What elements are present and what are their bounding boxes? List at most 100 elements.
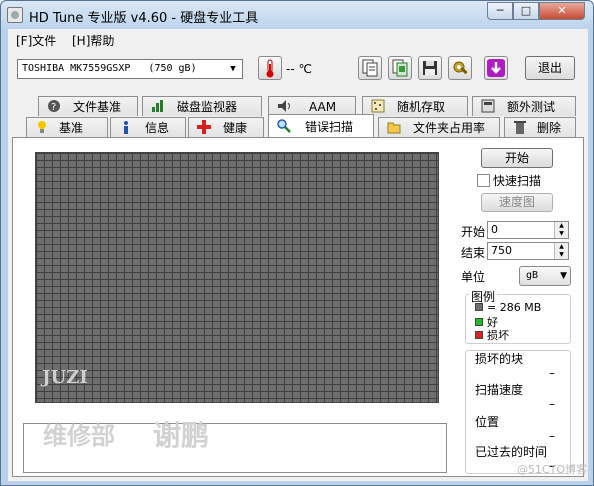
- tab-label: 健康: [223, 121, 248, 135]
- menu-help[interactable]: [H]帮助: [72, 32, 114, 49]
- minimize-button[interactable]: ─: [487, 2, 513, 20]
- position-label: 位置: [475, 415, 500, 429]
- menu-bar: [F]文件 [H]帮助: [8, 29, 588, 51]
- drive-select[interactable]: TOSHIBA MK7559GSXP (750 gB) ▼: [17, 59, 243, 79]
- spin-up-icon[interactable]: ▲: [554, 243, 568, 251]
- save-icon: [423, 61, 437, 75]
- corner-watermark: @51CTO博客: [516, 463, 587, 476]
- damaged-blocks-value: –: [549, 366, 555, 380]
- maximize-button[interactable]: □: [513, 2, 539, 20]
- tab-erase[interactable]: 删除: [504, 117, 576, 137]
- speaker-icon: [278, 100, 290, 112]
- copy-screenshot-button[interactable]: [388, 56, 412, 80]
- settings-button[interactable]: [448, 56, 472, 80]
- quick-scan-label: 快速扫描: [493, 174, 542, 188]
- legend-block-size: = 286 MB: [475, 301, 541, 314]
- copy-text-icon: [362, 59, 378, 77]
- tab-label: 文件夹占用率: [413, 121, 486, 135]
- spin-up-icon[interactable]: ▲: [554, 222, 568, 230]
- speed-map-button[interactable]: 速度图: [481, 193, 553, 212]
- error-scan-panel: JUZI 维修部 谢鹏 开始 快速扫描 速度图 开始 0 ▲ ▼ 结束 750 …: [12, 137, 584, 477]
- unit-label: 单位: [461, 270, 486, 284]
- disk-monitor-icon: [152, 100, 163, 112]
- file-benchmark-icon: ?: [48, 100, 60, 113]
- exit-button[interactable]: 退出: [525, 56, 575, 80]
- benchmark-icon: [38, 121, 46, 133]
- menu-file[interactable]: [F]文件: [16, 32, 56, 49]
- info-icon: [124, 121, 128, 134]
- tab-row-bottom: 基准 信息 健康 错误扫描 文件夹占用率 删除: [12, 114, 584, 137]
- end-position-input[interactable]: 750 ▲ ▼: [487, 242, 569, 260]
- toolbar: TOSHIBA MK7559GSXP (750 gB) ▼ -- ℃ 退出: [8, 51, 588, 91]
- end-value: 750: [491, 244, 512, 257]
- tab-error-scan[interactable]: 错误扫描: [268, 114, 374, 137]
- tab-random-access[interactable]: 随机存取: [362, 96, 468, 116]
- scan-speed-value: –: [549, 397, 555, 411]
- chevron-down-icon: ▼: [230, 64, 236, 74]
- tab-file-benchmark[interactable]: ? 文件基准: [38, 96, 138, 116]
- legend-damaged: 损坏: [475, 327, 509, 343]
- folder-icon: [387, 122, 401, 134]
- random-access-icon: [371, 99, 385, 113]
- start-scan-button[interactable]: 开始: [481, 148, 553, 168]
- legend-text: = 286 MB: [487, 301, 542, 314]
- app-window: HD Tune 专业版 v4.60 - 硬盘专业工具 ─ □ ✕ [F]文件 […: [0, 0, 594, 486]
- tab-info[interactable]: 信息: [110, 117, 186, 137]
- tab-label: 文件基准: [73, 100, 122, 114]
- start-value: 0: [491, 223, 498, 236]
- damaged-blocks-label: 损坏的块: [475, 352, 524, 366]
- download-icon: [487, 59, 505, 77]
- thermometer-button[interactable]: [258, 56, 282, 80]
- health-icon: [197, 120, 211, 134]
- tab-label: 磁盘监视器: [177, 100, 238, 114]
- close-button[interactable]: ✕: [539, 2, 585, 20]
- temperature-readout: -- ℃: [286, 62, 312, 76]
- thermometer-icon: [266, 59, 274, 78]
- unit-select[interactable]: gB ▼: [519, 266, 571, 286]
- settings-icon: [453, 61, 468, 75]
- scan-block-map: JUZI: [35, 152, 439, 403]
- client-area: [F]文件 [H]帮助 TOSHIBA MK7559GSXP (750 gB) …: [8, 29, 588, 481]
- watermark-left: 维修部: [43, 422, 115, 450]
- tab-health[interactable]: 健康: [188, 117, 264, 137]
- logo-watermark: JUZI: [42, 367, 88, 388]
- spin-down-icon[interactable]: ▼: [554, 230, 568, 238]
- legend-swatch-green: [475, 318, 483, 326]
- tab-benchmark[interactable]: 基准: [26, 117, 108, 137]
- chevron-down-icon: ▼: [560, 271, 567, 281]
- magnifier-icon: [277, 119, 291, 133]
- legend-swatch-red: [475, 331, 483, 339]
- tab-folder-usage[interactable]: 文件夹占用率: [378, 117, 500, 137]
- start-label: 开始: [461, 225, 486, 239]
- legend-swatch-gray: [475, 303, 483, 311]
- tab-extra-tests[interactable]: 额外测试: [472, 96, 576, 116]
- elapsed-time-label: 已过去的时间: [475, 445, 548, 459]
- title-bar[interactable]: HD Tune 专业版 v4.60 - 硬盘专业工具 ─ □ ✕: [1, 1, 593, 29]
- tab-aam[interactable]: AAM: [268, 96, 356, 116]
- tab-disk-monitor[interactable]: 磁盘监视器: [142, 96, 262, 116]
- watermark-right: 谢鹏: [153, 419, 210, 452]
- trash-icon: [514, 121, 526, 134]
- download-button[interactable]: [484, 56, 508, 80]
- spin-down-icon[interactable]: ▼: [554, 251, 568, 259]
- save-button[interactable]: [418, 56, 442, 80]
- drive-select-value: TOSHIBA MK7559GSXP (750 gB): [22, 63, 197, 74]
- quick-scan-checkbox[interactable]: [477, 174, 490, 187]
- copy-screenshot-icon: [392, 59, 408, 77]
- end-label: 结束: [461, 246, 486, 260]
- start-position-input[interactable]: 0 ▲ ▼: [487, 221, 569, 239]
- copy-text-button[interactable]: [358, 56, 382, 80]
- tab-label: 基准: [59, 121, 84, 135]
- legend-text: 损坏: [487, 329, 509, 342]
- scan-speed-label: 扫描速度: [475, 383, 524, 397]
- tab-label: 额外测试: [507, 100, 556, 114]
- hdtune-app-icon: [7, 7, 23, 23]
- tab-label: 删除: [537, 121, 562, 135]
- tab-label: 信息: [145, 121, 170, 135]
- tab-row-top: ? 文件基准 磁盘监视器 AAM 随机存取 额外测试: [12, 96, 584, 116]
- tab-label: 随机存取: [397, 100, 446, 114]
- tab-label: 错误扫描: [305, 120, 354, 134]
- position-value: –: [549, 429, 555, 443]
- svg-text:?: ?: [51, 102, 56, 113]
- unit-value: gB: [526, 270, 539, 281]
